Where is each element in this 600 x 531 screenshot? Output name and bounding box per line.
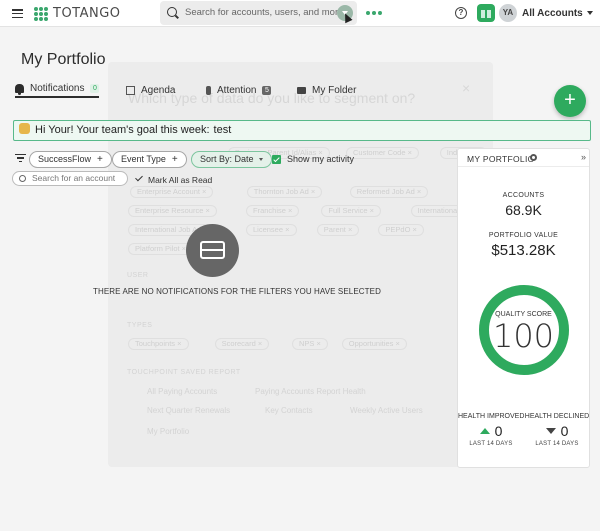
mark-all-read-button[interactable]: Mark All as Read — [148, 175, 212, 185]
account-selector-label: All Accounts — [522, 8, 583, 19]
quality-score-value: 100 — [492, 317, 555, 355]
tab-bar: Notifications 0 Agenda Attention 5 My Fo… — [13, 82, 600, 100]
goal-value[interactable]: test — [214, 124, 232, 136]
tab-label: My Folder — [312, 84, 357, 96]
accounts-label: ACCOUNTS — [502, 192, 545, 199]
team-goal-banner: Hi Your! Your team's goal this week: test — [13, 120, 591, 141]
tab-count: 0 — [90, 83, 100, 93]
tab-my-folder[interactable]: My Folder — [297, 82, 356, 98]
logo[interactable]: TOTANGO — [34, 6, 121, 21]
logo-mark-icon — [34, 6, 48, 21]
health-declined-value: 0 — [560, 423, 569, 439]
period-label: LAST 14 DAYS — [469, 441, 513, 447]
sort-by-dropdown[interactable]: Sort By: Date — [191, 151, 272, 168]
filter-icon[interactable] — [15, 154, 26, 164]
accounts-value: 68.9K — [505, 202, 542, 218]
bell-icon — [15, 83, 24, 95]
modal-option-pill: NPS × — [292, 338, 328, 350]
waving-hand-icon — [19, 123, 30, 134]
goal-text: Hi Your! Your team's goal this week: — [35, 124, 210, 136]
logo-text: TOTANGO — [53, 6, 121, 21]
tab-label: Notifications — [30, 82, 85, 94]
modal-section-user: USER — [127, 272, 149, 279]
arrow-up-icon — [479, 428, 490, 434]
status-dots-icon[interactable] — [366, 11, 384, 15]
tab-label: Attention — [217, 84, 257, 96]
portfolio-value-label: PORTFOLIO VALUE — [488, 232, 559, 239]
plus-icon: + — [97, 154, 103, 165]
modal-section-types: TYPES — [127, 322, 153, 329]
tab-notifications[interactable]: Notifications 0 — [15, 82, 100, 98]
modal-option-pill: Customer Code × — [346, 147, 419, 159]
search-icon — [167, 7, 177, 17]
tab-attention[interactable]: Attention 5 — [206, 82, 272, 98]
modal-report-item: Key Contacts — [265, 406, 313, 415]
portfolio-title: MY PORTFOLIO — [467, 154, 535, 164]
modal-report-item: All Paying Accounts — [147, 387, 218, 396]
health-improved-value: 0 — [494, 423, 503, 439]
chip-label: SuccessFlow — [38, 154, 92, 164]
show-activity-label: Show my activity — [287, 154, 355, 164]
portfolio-card: MY PORTFOLIO » ACCOUNTS 68.9K PORTFOLIO … — [457, 148, 590, 468]
tab-label: Agenda — [141, 84, 176, 96]
modal-option-pill: PEPdO × — [378, 224, 424, 236]
modal-option-pill: Full Service × — [321, 205, 382, 217]
chip-label: Event Type — [121, 154, 166, 164]
modal-report-item: Weekly Active Users — [350, 406, 423, 415]
search-icon — [19, 175, 26, 182]
portfolio-card-header: MY PORTFOLIO » — [458, 149, 589, 167]
add-button[interactable]: + — [554, 85, 586, 117]
help-icon[interactable]: ? — [455, 7, 467, 19]
modal-report-item: Next Quarter Renewals — [147, 406, 231, 415]
show-activity-checkbox[interactable] — [272, 155, 281, 164]
period-label: LAST 14 DAYS — [535, 441, 579, 447]
modal-option-pill: Parent × — [316, 224, 360, 236]
agenda-icon — [126, 85, 135, 95]
health-declined: HEALTH DECLINED 0 LAST 14 DAYS — [524, 413, 590, 447]
modal-option-pill: Opportunities × — [341, 338, 407, 350]
pin-icon — [206, 85, 211, 95]
health-declined-label: HEALTH DECLINED — [524, 413, 590, 420]
tab-count: 5 — [262, 85, 272, 95]
empty-state-message: THERE ARE NO NOTIFICATIONS FOR THE FILTE… — [93, 287, 381, 296]
modal-report-item: Paying Accounts Report Health — [255, 387, 366, 396]
plus-icon: + — [171, 154, 178, 165]
gift-icon[interactable] — [477, 4, 495, 22]
modal-option-pill: Touchpoints × — [128, 338, 189, 350]
successflow-filter[interactable]: SuccessFlow + — [29, 151, 112, 168]
top-bar: TOTANGO Search for accounts, users, and … — [0, 0, 600, 27]
modal-report-item: My Portfolio — [147, 427, 190, 436]
portfolio-value: $513.28K — [491, 242, 556, 259]
modal-option-pill: Scorecard × — [214, 338, 270, 350]
inbox-icon — [186, 224, 239, 277]
modal-option-pill: Franchise × — [246, 205, 300, 217]
folder-icon — [297, 86, 306, 94]
arrow-down-icon — [545, 428, 556, 434]
modal-section-reports: TOUCHPOINT SAVED REPORT — [127, 369, 241, 376]
modal-option-pill: Thornton Job Ad × — [246, 186, 323, 198]
chevron-down-icon — [258, 158, 263, 162]
account-search-input[interactable]: Search for an account — [12, 171, 128, 186]
modal-option-pill: Reformed Job Ad × — [349, 186, 429, 198]
search-placeholder[interactable]: Search for accounts, users, and more... — [185, 7, 351, 18]
account-search-placeholder: Search for an account — [32, 173, 116, 183]
gear-icon[interactable] — [530, 154, 537, 161]
chip-label: Sort By: Date — [200, 154, 254, 164]
menu-icon[interactable] — [12, 9, 23, 19]
health-improved: HEALTH IMPROVED 0 LAST 14 DAYS — [458, 413, 524, 447]
expand-icon[interactable]: » — [581, 152, 586, 162]
health-improved-label: HEALTH IMPROVED — [458, 413, 525, 420]
modal-option-pill: Licensee × — [246, 224, 297, 236]
event-type-filter[interactable]: Event Type + — [112, 151, 187, 168]
modal-option-pill: Enterprise Account × — [130, 186, 214, 198]
avatar[interactable]: YA — [499, 4, 517, 22]
global-search[interactable]: Search for accounts, users, and more... — [160, 1, 357, 25]
tab-agenda[interactable]: Agenda — [126, 82, 175, 98]
modal-option-pill: Platform Pilot × — [128, 243, 194, 255]
account-selector[interactable]: All Accounts — [522, 8, 593, 19]
modal-option-pill: Enterprise Resource × — [128, 205, 217, 217]
page-title: My Portfolio — [21, 51, 106, 68]
chevron-down-icon — [586, 11, 593, 16]
